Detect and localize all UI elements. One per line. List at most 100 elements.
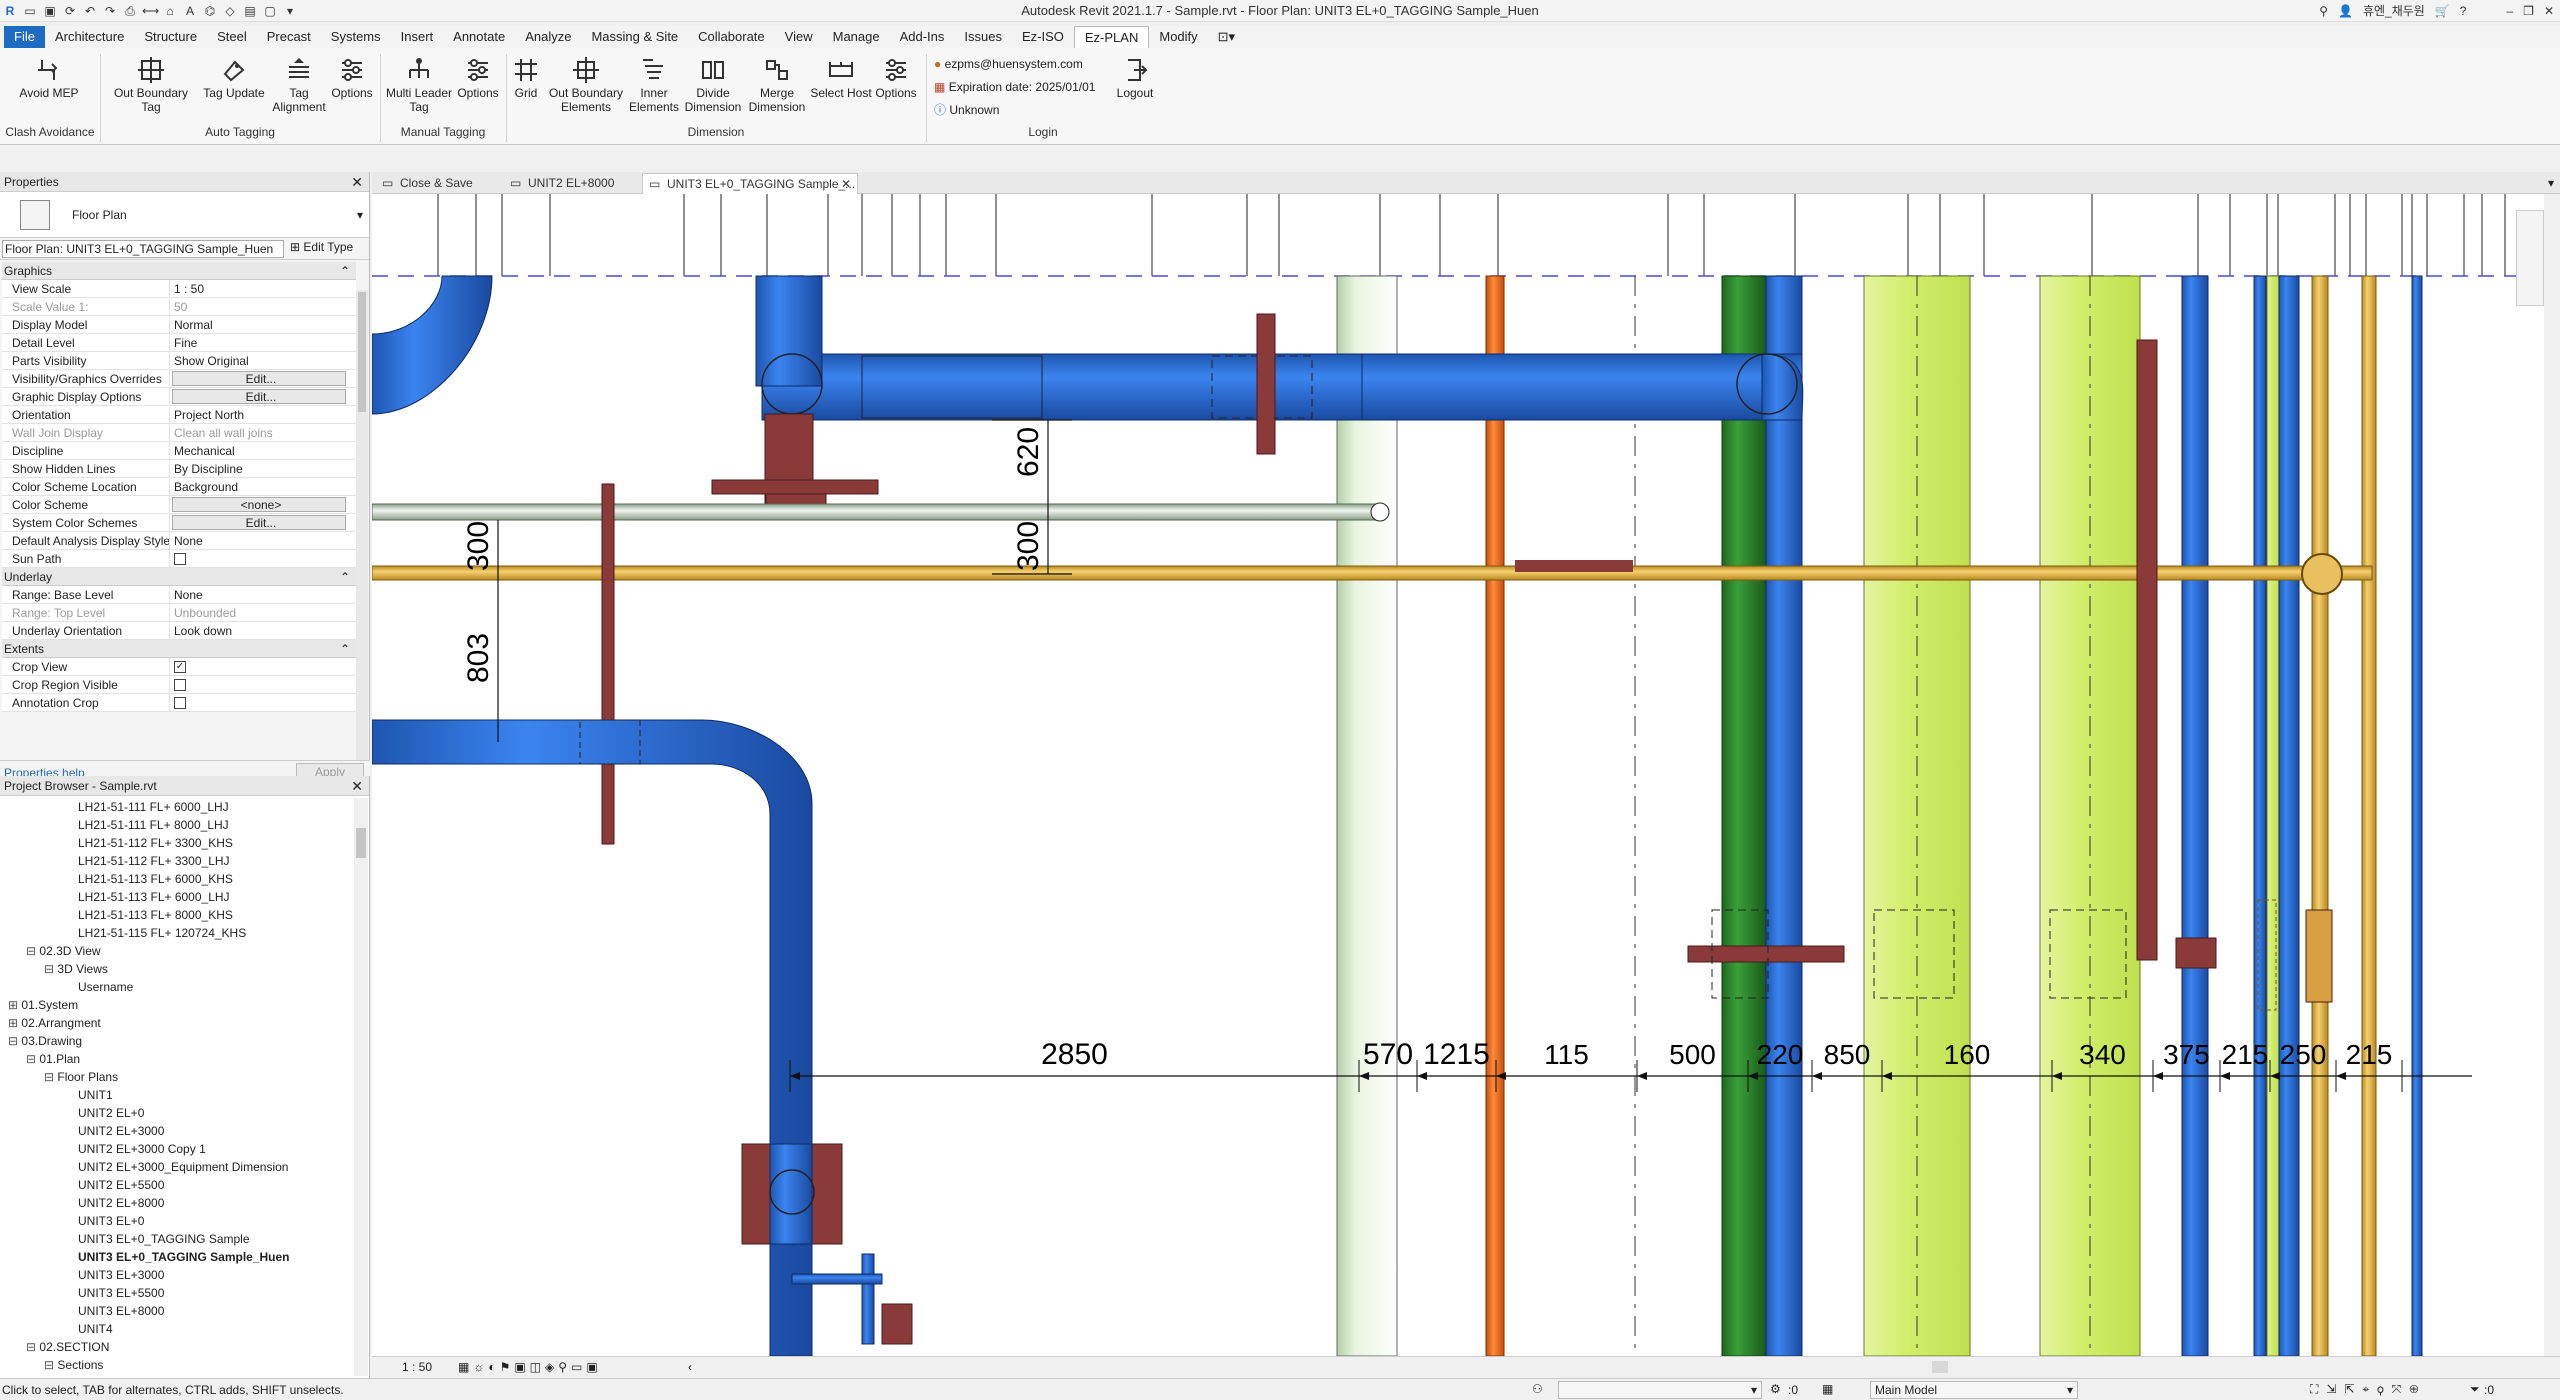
tab-unit3-tagging[interactable]: ▭ UNIT3 EL+0_TAGGING Sample_... ✕ [642, 173, 858, 194]
ribbon-tab-add-ins[interactable]: Add-Ins [890, 26, 955, 48]
ribbon-tab-issues[interactable]: Issues [954, 26, 1012, 48]
cart-icon[interactable]: 🛒 [2435, 4, 2450, 18]
binoculars-icon[interactable]: ⚲ [2319, 4, 2328, 18]
browser-item[interactable]: LH21-51-113 FL+ 6000_LHJ [0, 888, 354, 906]
browser-item[interactable]: UNIT1 [0, 1086, 354, 1104]
avoid-mep-button[interactable]: Avoid MEP [14, 56, 84, 100]
drawing-canvas[interactable]: 620 300 300 803 2850 570 1215 115 500 220 850 1… [372, 194, 2544, 1356]
browser-item[interactable]: UNIT3 EL+0_TAGGING Sample [0, 1230, 354, 1248]
navigation-bar[interactable] [2516, 210, 2544, 306]
browser-item[interactable]: LH21-51-113 FL+ 8000_KHS [0, 906, 354, 924]
ribbon-tab-collaborate[interactable]: Collaborate [688, 26, 775, 48]
browser-item[interactable]: ⊟ Sections [0, 1356, 354, 1374]
main-pipe-blue[interactable] [372, 719, 813, 1356]
property-row[interactable]: Range: Top Level Unbounded [2, 604, 356, 622]
worksets-icon[interactable]: ⚇ [1532, 1382, 1543, 1396]
tab-close-save[interactable]: ▭ Close & Save [376, 173, 496, 194]
property-edit-button[interactable]: Edit... [172, 389, 346, 404]
restore-icon[interactable]: ❐ [2523, 4, 2534, 18]
property-value[interactable]: None [170, 532, 356, 549]
browser-item[interactable]: UNIT2 EL+3000 Copy 1 [0, 1140, 354, 1158]
vertical-pipe-green[interactable] [1721, 275, 1767, 1356]
browser-item[interactable]: UNIT3 EL+5500 [0, 1284, 354, 1302]
tag-alignment-button[interactable]: Tag Alignment [268, 56, 330, 114]
ribbon-tab-architecture[interactable]: Architecture [45, 26, 134, 48]
property-row[interactable]: Underlay Orientation Look down [2, 622, 356, 640]
property-row[interactable]: Annotation Crop [2, 694, 356, 712]
vertical-pipe-orange[interactable] [1485, 275, 1505, 1356]
close-window-icon[interactable]: ✕ [2544, 4, 2554, 18]
help-icon[interactable]: ? [2460, 4, 2467, 18]
user-name[interactable]: 휴엔_채두원 [2363, 2, 2425, 19]
grid-button[interactable]: Grid [508, 56, 544, 100]
property-row[interactable]: Crop View ✓ [2, 658, 356, 676]
browser-item[interactable]: ⊞ 01.System [0, 996, 354, 1014]
horizontal-pipe-blue[interactable] [1361, 353, 1803, 421]
scroll-left-icon[interactable]: ‹ [688, 1360, 692, 1374]
manual-tag-options-button[interactable]: Options [456, 56, 500, 100]
ribbon-minimize-icon[interactable]: ⊡▾ [1208, 26, 1245, 48]
property-value[interactable]: None [170, 586, 356, 603]
browser-item[interactable]: UNIT3 EL+8000 [0, 1302, 354, 1320]
browser-item[interactable]: LH21-51-112 FL+ 3300_LHJ [0, 852, 354, 870]
property-value[interactable]: 1 : 50 [170, 280, 356, 297]
vertical-pipe-gold[interactable] [2311, 275, 2329, 1356]
vertical-pipe-gold[interactable] [2361, 275, 2377, 1356]
property-value[interactable]: Background [170, 478, 356, 495]
edit-type-button[interactable]: ⊞ Edit Type [290, 240, 353, 254]
design-option-dropdown[interactable]: Main Model ▾ [1870, 1381, 2078, 1399]
ribbon-tab-precast[interactable]: Precast [257, 26, 321, 48]
close-tab-icon[interactable]: ✕ [841, 174, 851, 195]
tab-menu-icon[interactable]: ▾ [2548, 176, 2554, 190]
design-options-icon[interactable]: ▦ [1822, 1382, 1833, 1396]
collapse-node-icon[interactable]: ⊟ [26, 1340, 39, 1354]
property-row[interactable]: Color Scheme Location Background [2, 478, 356, 496]
checkbox[interactable]: ✓ [174, 660, 186, 673]
browser-item[interactable]: UNIT2 EL+5500 [0, 1176, 354, 1194]
minimize-icon[interactable]: – [2506, 4, 2513, 18]
property-row[interactable]: Scale Value 1: 50 [2, 298, 356, 316]
browser-item[interactable]: Username [0, 978, 354, 996]
view-scale[interactable]: 1 : 50 [402, 1360, 432, 1374]
property-row[interactable]: Graphic Display Options Edit... [2, 388, 356, 406]
ribbon-tab-massing-site[interactable]: Massing & Site [581, 26, 688, 48]
property-value[interactable]: Clean all wall joins [170, 424, 356, 441]
property-row[interactable]: Color Scheme <none> [2, 496, 356, 514]
merge-dimension-button[interactable]: Merge Dimension [744, 56, 810, 114]
out-boundary-tag-button[interactable]: Out Boundary Tag [110, 56, 192, 114]
auto-tag-options-button[interactable]: Options [330, 56, 374, 100]
browser-item[interactable]: ⊞ 02.Arrangment [0, 1014, 354, 1032]
property-row[interactable]: Show Hidden Lines By Discipline [2, 460, 356, 478]
property-value[interactable]: Look down [170, 622, 356, 639]
browser-item[interactable]: LH21-51-112 FL+ 3300_KHS [0, 834, 354, 852]
checkbox[interactable] [174, 678, 186, 691]
property-row[interactable]: Default Analysis Display Style None [2, 532, 356, 550]
property-value[interactable]: Normal [170, 316, 356, 333]
tab-unit2-el8000[interactable]: ▭ UNIT2 EL+8000 [504, 173, 634, 194]
browser-item[interactable]: UNIT4 [0, 1320, 354, 1338]
browser-item[interactable]: LH21-51-115 FL+ 120724_KHS [0, 924, 354, 942]
out-boundary-elements-button[interactable]: Out Boundary Elements [546, 56, 626, 114]
select-host-button[interactable]: Select Host [810, 56, 872, 100]
property-row[interactable]: Orientation Project North [2, 406, 356, 424]
property-value[interactable] [170, 550, 356, 567]
logout-button[interactable]: Logout [1112, 56, 1158, 100]
property-value[interactable]: 50 [170, 298, 356, 315]
valve-icon[interactable] [2301, 553, 2343, 595]
browser-item[interactable]: LH21-51-111 FL+ 8000_LHJ [0, 816, 354, 834]
ribbon-tab-insert[interactable]: Insert [391, 26, 444, 48]
vertical-pipe-blue[interactable] [2253, 275, 2267, 1356]
property-row[interactable]: Range: Base Level None [2, 586, 356, 604]
user-icon[interactable]: 👤 [2338, 4, 2353, 18]
type-selector[interactable]: Floor Plan ▾ [0, 192, 369, 238]
browser-item[interactable]: ⊟ 01.Plan [0, 1050, 354, 1068]
checkbox[interactable] [174, 552, 186, 565]
browser-scrollbar[interactable] [354, 798, 368, 1376]
browser-item[interactable]: ⊟ Floor Plans [0, 1068, 354, 1086]
browser-item[interactable]: ⊟ 03.Drawing [0, 1032, 354, 1050]
browser-item[interactable]: UNIT3 EL+3000 [0, 1266, 354, 1284]
browser-item[interactable]: UNIT2 EL+3000 [0, 1122, 354, 1140]
property-edit-button[interactable]: Edit... [172, 515, 346, 530]
ribbon-tab-modify[interactable]: Modify [1149, 26, 1207, 48]
ribbon-tab-file[interactable]: File [4, 26, 45, 48]
